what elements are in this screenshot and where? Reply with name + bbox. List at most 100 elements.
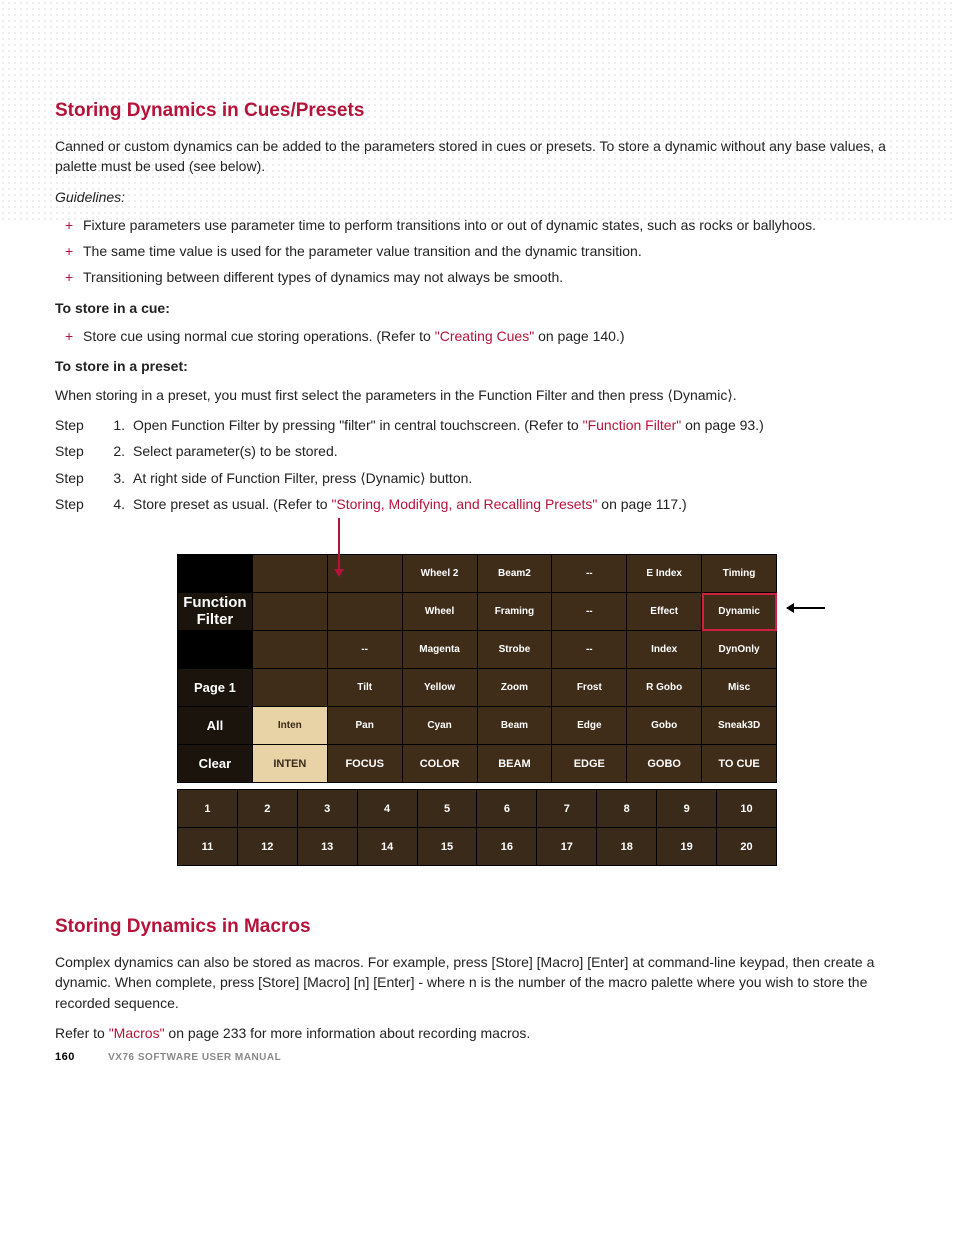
filter-cell[interactable]: Misc bbox=[702, 669, 777, 707]
step-number: 3. bbox=[103, 468, 125, 488]
filter-cell[interactable]: Timing bbox=[702, 555, 777, 593]
filter-cell-inten[interactable]: Inten bbox=[252, 707, 327, 745]
filter-num[interactable]: 16 bbox=[477, 828, 537, 866]
steps-list: Step 1. Open Function Filter by pressing… bbox=[55, 415, 899, 514]
filter-group[interactable]: TO CUE bbox=[702, 745, 777, 783]
list-item: Transitioning between different types of… bbox=[83, 267, 899, 287]
filter-cell[interactable]: R Gobo bbox=[627, 669, 702, 707]
step-number: 1. bbox=[103, 415, 125, 435]
link-macros[interactable]: "Macros" bbox=[109, 1025, 165, 1041]
link-storing-presets[interactable]: "Storing, Modifying, and Recalling Prese… bbox=[331, 496, 597, 512]
filter-cell[interactable]: Cyan bbox=[402, 707, 477, 745]
filter-num[interactable]: 17 bbox=[537, 828, 597, 866]
store-preset-intro: When storing in a preset, you must first… bbox=[55, 385, 899, 405]
filter-num[interactable]: 11 bbox=[178, 828, 238, 866]
arrow-down-icon bbox=[338, 518, 340, 576]
filter-num[interactable]: 7 bbox=[537, 790, 597, 828]
filter-num[interactable]: 4 bbox=[357, 790, 417, 828]
filter-cell[interactable]: Frost bbox=[552, 669, 627, 707]
list-item: Fixture parameters use parameter time to… bbox=[83, 215, 899, 235]
filter-cell[interactable]: Yellow bbox=[402, 669, 477, 707]
filter-cell[interactable]: Sneak3D bbox=[702, 707, 777, 745]
filter-num[interactable]: 6 bbox=[477, 790, 537, 828]
filter-num[interactable]: 8 bbox=[597, 790, 657, 828]
text: on page 140.) bbox=[534, 328, 624, 344]
filter-cell[interactable]: Edge bbox=[552, 707, 627, 745]
filter-group[interactable]: GOBO bbox=[627, 745, 702, 783]
filter-num[interactable]: 2 bbox=[237, 790, 297, 828]
store-cue-label: To store in a cue: bbox=[55, 298, 899, 318]
filter-num[interactable]: 10 bbox=[717, 790, 777, 828]
filter-group[interactable]: EDGE bbox=[552, 745, 627, 783]
macros-paragraph-2: Refer to "Macros" on page 233 for more i… bbox=[55, 1023, 899, 1043]
filter-num[interactable]: 3 bbox=[297, 790, 357, 828]
list-item: The same time value is used for the para… bbox=[83, 241, 899, 261]
store-cue-list: Store cue using normal cue storing opera… bbox=[55, 326, 899, 346]
step-text: At right side of Function Filter, press … bbox=[133, 468, 899, 488]
filter-side-blank bbox=[178, 555, 253, 593]
filter-clear-button[interactable]: Clear bbox=[178, 745, 253, 783]
filter-cell[interactable]: Wheel 2 bbox=[402, 555, 477, 593]
filter-group[interactable]: FOCUS bbox=[327, 745, 402, 783]
manual-title: VX76 SOFTWARE USER MANUAL bbox=[108, 1052, 281, 1063]
filter-cell[interactable] bbox=[327, 593, 402, 631]
filter-cell[interactable]: -- bbox=[327, 631, 402, 669]
filter-group[interactable]: COLOR bbox=[402, 745, 477, 783]
filter-num[interactable]: 20 bbox=[717, 828, 777, 866]
filter-cell[interactable]: Framing bbox=[477, 593, 552, 631]
filter-cell[interactable]: Pan bbox=[327, 707, 402, 745]
list-item: Store cue using normal cue storing opera… bbox=[83, 326, 899, 346]
page-number: 160 bbox=[55, 1051, 75, 1063]
filter-cell[interactable]: Effect bbox=[627, 593, 702, 631]
filter-cell[interactable]: Tilt bbox=[327, 669, 402, 707]
step-row: Step 3. At right side of Function Filter… bbox=[55, 468, 899, 488]
filter-cell[interactable]: DynOnly bbox=[702, 631, 777, 669]
filter-num[interactable]: 5 bbox=[417, 790, 477, 828]
filter-cell[interactable] bbox=[252, 593, 327, 631]
filter-cell-dynamic[interactable]: Dynamic bbox=[702, 593, 777, 631]
filter-cell[interactable]: Strobe bbox=[477, 631, 552, 669]
step-text: Open Function Filter by pressing "filter… bbox=[133, 415, 899, 435]
filter-cell[interactable] bbox=[252, 631, 327, 669]
filter-num[interactable]: 15 bbox=[417, 828, 477, 866]
filter-cell[interactable] bbox=[252, 555, 327, 593]
filter-all-button[interactable]: All bbox=[178, 707, 253, 745]
link-creating-cues[interactable]: "Creating Cues" bbox=[435, 328, 534, 344]
macros-paragraph-1: Complex dynamics can also be stored as m… bbox=[55, 952, 899, 1013]
filter-cell[interactable]: -- bbox=[552, 555, 627, 593]
step-label: Step bbox=[55, 415, 103, 435]
filter-num[interactable]: 9 bbox=[657, 790, 717, 828]
step-number: 2. bbox=[103, 441, 125, 461]
filter-cell[interactable]: Beam2 bbox=[477, 555, 552, 593]
filter-group[interactable]: BEAM bbox=[477, 745, 552, 783]
filter-cell[interactable]: -- bbox=[552, 631, 627, 669]
text: Store preset as usual. (Refer to bbox=[133, 496, 331, 512]
intro-paragraph: Canned or custom dynamics can be added t… bbox=[55, 136, 899, 177]
filter-cell[interactable]: Wheel bbox=[402, 593, 477, 631]
link-function-filter[interactable]: "Function Filter" bbox=[583, 417, 682, 433]
filter-cell[interactable] bbox=[252, 669, 327, 707]
page-footer: 160 VX76 SOFTWARE USER MANUAL bbox=[55, 1051, 281, 1063]
filter-number-row: 1 2 3 4 5 6 7 8 9 10 11 12 13 14 15 16 1… bbox=[177, 789, 777, 866]
filter-num[interactable]: 1 bbox=[178, 790, 238, 828]
filter-page-button[interactable]: Page 1 bbox=[178, 669, 253, 707]
filter-cell[interactable]: E Index bbox=[627, 555, 702, 593]
filter-group-inten[interactable]: INTEN bbox=[252, 745, 327, 783]
filter-cell[interactable]: Zoom bbox=[477, 669, 552, 707]
filter-num[interactable]: 18 bbox=[597, 828, 657, 866]
filter-cell[interactable]: Beam bbox=[477, 707, 552, 745]
filter-cell[interactable]: Gobo bbox=[627, 707, 702, 745]
text: on page 117.) bbox=[597, 496, 686, 512]
store-preset-label: To store in a preset: bbox=[55, 356, 899, 376]
filter-num[interactable]: 13 bbox=[297, 828, 357, 866]
filter-cell[interactable]: Magenta bbox=[402, 631, 477, 669]
filter-cell[interactable]: -- bbox=[552, 593, 627, 631]
step-label: Step bbox=[55, 441, 103, 461]
filter-title: FunctionFilter bbox=[178, 593, 253, 631]
filter-num[interactable]: 19 bbox=[657, 828, 717, 866]
filter-cell[interactable]: Index bbox=[627, 631, 702, 669]
text: on page 233 for more information about r… bbox=[165, 1025, 531, 1041]
heading-storing-dynamics-cues: Storing Dynamics in Cues/Presets bbox=[55, 100, 899, 122]
filter-num[interactable]: 14 bbox=[357, 828, 417, 866]
filter-num[interactable]: 12 bbox=[237, 828, 297, 866]
